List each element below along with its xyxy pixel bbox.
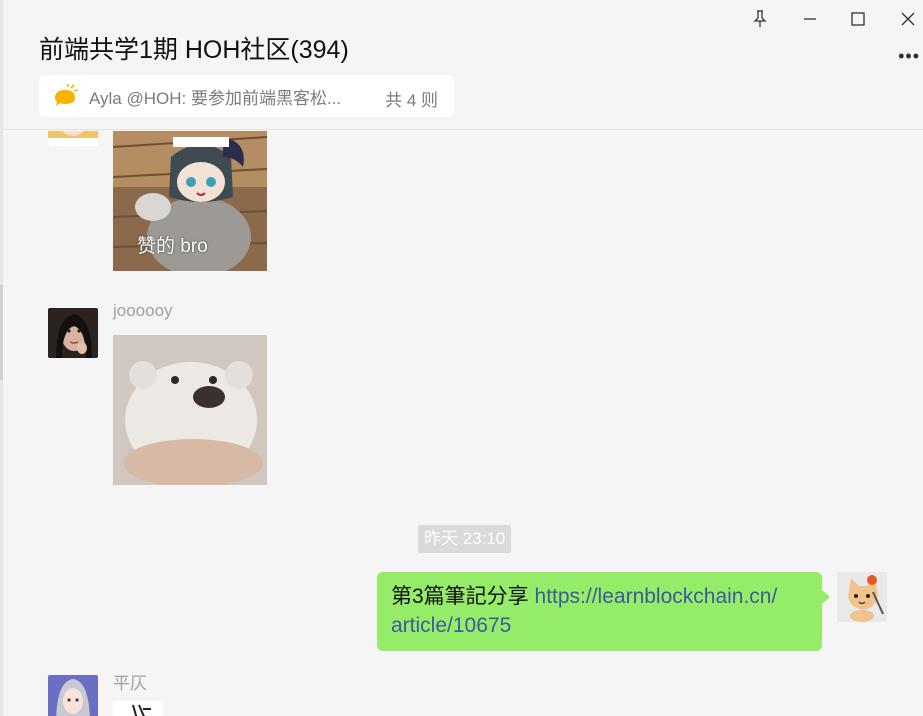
announcement-text: Ayla @HOH: 要参加前端黑客松... (89, 88, 342, 108)
pin-icon (753, 10, 767, 27)
cat-avatar-image (837, 572, 887, 622)
minimize-icon (804, 18, 816, 20)
sticker-image[interactable]: 赞的 bro (113, 131, 267, 271)
sticker-caption: 赞的 bro (137, 236, 208, 257)
sticker-image[interactable] (113, 701, 163, 716)
link-line-2: article/10675 (391, 614, 512, 637)
message-text: 第3篇筆記分享 (391, 585, 535, 608)
more-options-button[interactable]: ••• (898, 46, 920, 67)
minimize-button[interactable] (793, 5, 827, 33)
message-timestamp: 昨天 23:10 (418, 525, 512, 553)
anime-avatar-image (48, 675, 98, 716)
my-avatar[interactable] (837, 572, 887, 622)
pin-button[interactable] (743, 5, 777, 33)
sender-name: joooooy (113, 301, 173, 320)
photo-avatar-image (48, 308, 98, 358)
outgoing-message-bubble[interactable]: 第3篇筆記分享 https://learnblockchain.cn/artic… (377, 572, 830, 651)
avatar[interactable] (48, 131, 98, 146)
chat-header: 前端共学1期 HOH社区(394) ••• Ayla @HOH: 要参加前端黑客… (3, 0, 923, 130)
sender-name: 平仄 (113, 674, 147, 693)
anime-avatar-image (48, 131, 98, 146)
megaphone-icon (55, 84, 79, 106)
close-icon (901, 12, 915, 26)
avatar[interactable] (48, 675, 98, 716)
avatar[interactable] (48, 308, 98, 358)
maximize-icon (851, 12, 865, 26)
link-line-1: https://learnblockchain.cn/ (534, 585, 778, 608)
group-announcement-bar[interactable]: Ayla @HOH: 要参加前端黑客松... 共 4 则 (39, 75, 454, 117)
message-list[interactable]: 赞的 bro joooooy 昨天 23:10 第3篇筆記分享 https://… (3, 131, 923, 716)
announcement-count: 共 4 则 (385, 91, 438, 110)
close-button[interactable] (891, 5, 923, 33)
maximize-button[interactable] (841, 5, 875, 33)
sticker-image[interactable] (113, 335, 267, 485)
chat-title: 前端共学1期 HOH社区(394) (39, 36, 349, 64)
